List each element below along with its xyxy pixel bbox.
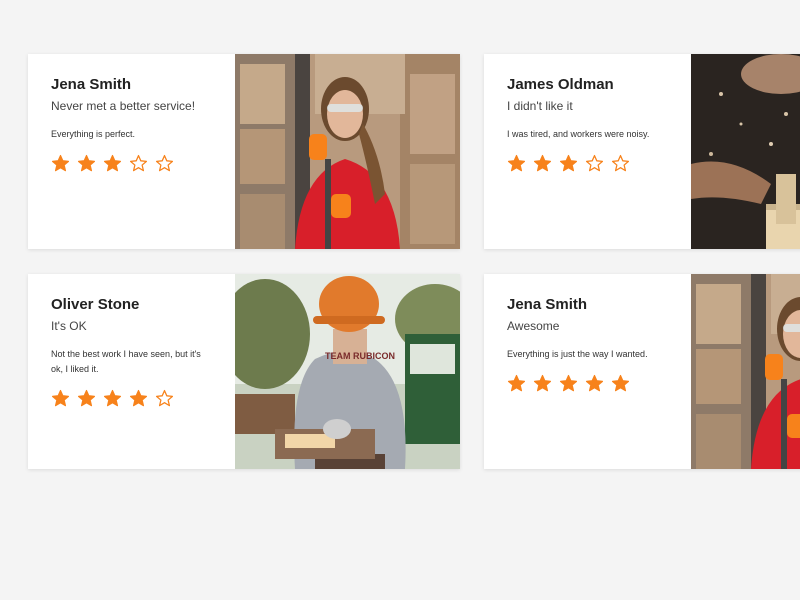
star-empty-icon [611, 154, 630, 172]
star-filled-icon [533, 374, 552, 392]
reviewer-name: Jena Smith [507, 296, 588, 313]
reviews-page: Jena Smith Never met a better service! E… [0, 0, 800, 600]
review-card: Jena Smith Never met a better service! E… [28, 54, 460, 249]
star-filled-icon [507, 154, 526, 172]
star-filled-icon [585, 374, 604, 392]
review-title: Awesome [507, 319, 560, 333]
star-filled-icon [103, 154, 122, 172]
star-filled-icon [611, 374, 630, 392]
star-filled-icon [77, 389, 96, 407]
reviewer-name: James Oldman [507, 76, 614, 93]
star-filled-icon [77, 154, 96, 172]
review-title: Never met a better service! [51, 99, 196, 113]
star-filled-icon [507, 374, 526, 392]
review-text: I was tired, and workers were noisy. [507, 129, 650, 139]
star-empty-icon [129, 154, 148, 172]
review-content: Jena Smith Never met a better service! E… [51, 76, 211, 173]
star-filled-icon [129, 389, 148, 407]
star-empty-icon [155, 389, 174, 407]
star-filled-icon [51, 389, 70, 407]
star-filled-icon [103, 389, 122, 407]
worker-sawing-wood-photo [691, 54, 800, 249]
review-text: Not the best work I have seen, but it's … [51, 349, 201, 374]
worker-orange-hardhat-photo: TEAM RUBICON [235, 274, 460, 469]
star-rating [507, 154, 667, 173]
star-empty-icon [155, 154, 174, 172]
review-content: James Oldman I didn't like it I was tire… [507, 76, 667, 173]
star-filled-icon [559, 374, 578, 392]
worker-woman-red-jacket-photo [235, 54, 460, 249]
review-card: Oliver Stone It's OK Not the best work I… [28, 274, 460, 469]
worker-woman-red-jacket-photo [691, 274, 800, 469]
review-card: Jena Smith Awesome Everything is just th… [484, 274, 800, 469]
star-filled-icon [51, 154, 70, 172]
review-title: I didn't like it [507, 99, 573, 113]
star-rating [507, 374, 667, 393]
review-text: Everything is perfect. [51, 129, 136, 139]
star-rating [51, 389, 211, 408]
star-empty-icon [585, 154, 604, 172]
star-filled-icon [533, 154, 552, 172]
star-rating [51, 154, 211, 173]
star-filled-icon [559, 154, 578, 172]
review-card: James Oldman I didn't like it I was tire… [484, 54, 800, 249]
reviewer-name: Oliver Stone [51, 296, 140, 313]
reviewer-name: Jena Smith [51, 76, 132, 93]
review-text: Everything is just the way I wanted. [507, 349, 648, 359]
review-content: Oliver Stone It's OK Not the best work I… [51, 296, 211, 408]
review-content: Jena Smith Awesome Everything is just th… [507, 296, 667, 393]
review-title: It's OK [51, 319, 87, 333]
shirt-print: TEAM RUBICON [325, 351, 395, 361]
